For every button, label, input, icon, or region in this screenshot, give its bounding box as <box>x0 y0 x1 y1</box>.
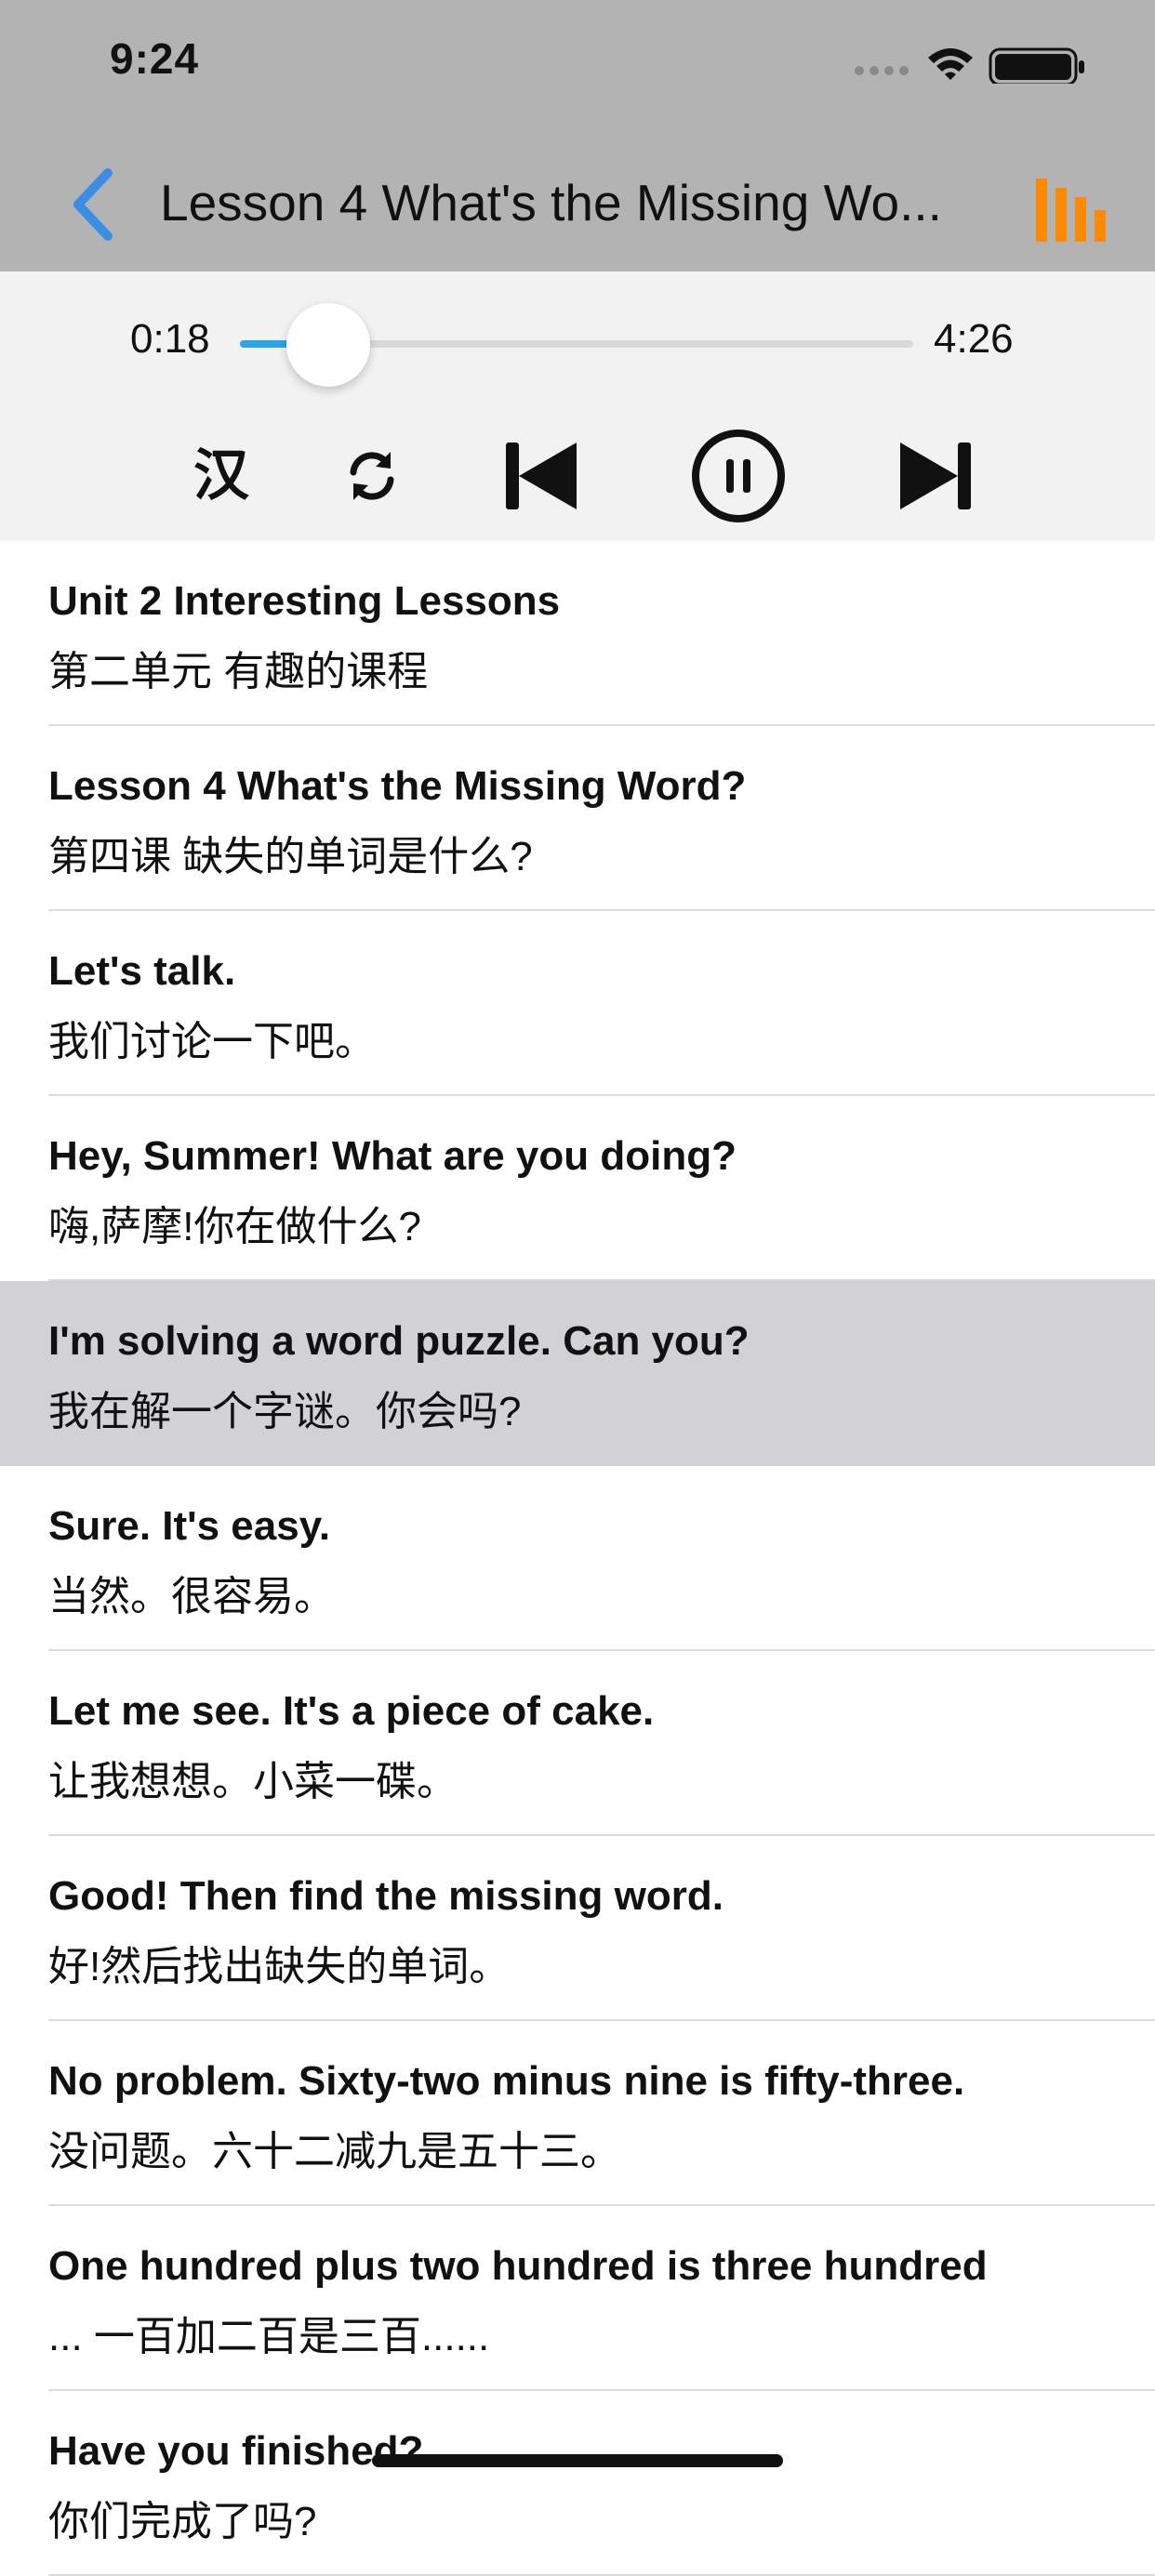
line-chinese: 让我想想。小菜一碟。 <box>48 1759 458 1804</box>
list-item[interactable]: No problem. Sixty-two minus nine is fift… <box>0 2021 1155 2206</box>
signal-dots-icon <box>855 66 909 75</box>
list-item[interactable]: One hundred plus two hundred is three hu… <box>0 2206 1155 2391</box>
line-english: Good! Then find the missing word. <box>48 1873 724 1919</box>
line-english: One hundred plus two hundred is three hu… <box>48 2243 988 2289</box>
line-chinese: 第四课 缺失的单词是什么? <box>48 834 533 879</box>
list-item[interactable]: Let's talk. 我们讨论一下吧。 <box>0 911 1155 1096</box>
list-item[interactable]: Unit 2 Interesting Lessons 第二单元 有趣的课程 <box>0 541 1155 726</box>
line-chinese: 没问题。六十二减九是五十三。 <box>48 2129 621 2174</box>
back-icon[interactable] <box>67 165 123 244</box>
repeat-icon[interactable] <box>344 429 400 522</box>
transcript-list: Unit 2 Interesting Lessons 第二单元 有趣的课程 Less… <box>0 541 1155 2576</box>
list-item[interactable]: Good! Then find the missing word. 好!然后找出缺… <box>0 1836 1155 2021</box>
audio-player: 0:18 4:26 汉 <box>0 271 1155 541</box>
line-english: Lesson 4 What's the Missing Word? <box>48 763 747 809</box>
progress-thumb[interactable] <box>286 303 370 387</box>
translation-toggle-button[interactable]: 汉 <box>188 429 255 522</box>
list-item[interactable]: Lesson 4 What's the Missing Word? 第四课 缺失的… <box>0 726 1155 911</box>
header-bar: 9:24 Lesson 4 What's the Missing Wo... <box>0 0 1155 271</box>
current-time: 0:18 <box>130 316 210 362</box>
list-item[interactable]: Have you finished? 你们完成了吗? <box>0 2391 1155 2576</box>
line-chinese: ... 一百加二百是三百...... <box>48 2314 490 2359</box>
total-time: 4:26 <box>934 316 1014 362</box>
line-english: Have you finished? <box>48 2428 424 2474</box>
line-english: Sure. It's easy. <box>48 1503 331 1549</box>
list-item[interactable]: Sure. It's easy. 当然。很容易。 <box>0 1466 1155 1651</box>
status-icons <box>855 47 1084 84</box>
line-chinese: 好!然后找出缺失的单词。 <box>48 1944 511 1989</box>
page-title: Lesson 4 What's the Missing Wo... <box>160 174 942 231</box>
line-chinese: 你们完成了吗? <box>48 2499 317 2544</box>
list-item[interactable]: Let me see. It's a piece of cake. 让我想想。小菜… <box>0 1651 1155 1836</box>
line-english: Let me see. It's a piece of cake. <box>48 1688 655 1734</box>
home-indicator <box>372 2454 783 2467</box>
pause-icon[interactable] <box>688 429 789 522</box>
line-english: No problem. Sixty-two minus nine is fift… <box>48 2058 965 2104</box>
line-english: I'm solving a word puzzle. Can you? <box>48 1318 750 1364</box>
wifi-icon <box>928 48 973 80</box>
battery-icon <box>989 47 1084 84</box>
line-english: Hey, Summer! What are you doing? <box>48 1133 737 1179</box>
line-english: Unit 2 Interesting Lessons <box>48 578 561 624</box>
status-time: 9:24 <box>110 34 200 83</box>
list-item[interactable]: I'm solving a word puzzle. Can you? 我在解一个… <box>0 1281 1155 1466</box>
line-chinese: 我在解一个字谜。你会吗? <box>48 1389 522 1434</box>
line-chinese: 嗨,萨摩!你在做什么? <box>48 1204 421 1249</box>
line-chinese: 当然。很容易。 <box>48 1574 335 1619</box>
line-chinese: 第二单元 有趣的课程 <box>48 649 429 694</box>
bars-chart-icon[interactable] <box>1036 178 1107 242</box>
line-english: Let's talk. <box>48 948 236 994</box>
previous-icon[interactable] <box>502 429 580 522</box>
list-item[interactable]: Hey, Summer! What are you doing? 嗨,萨摩!你在做… <box>0 1096 1155 1281</box>
line-chinese: 我们讨论一下吧。 <box>48 1019 376 1064</box>
next-icon[interactable] <box>896 429 975 522</box>
